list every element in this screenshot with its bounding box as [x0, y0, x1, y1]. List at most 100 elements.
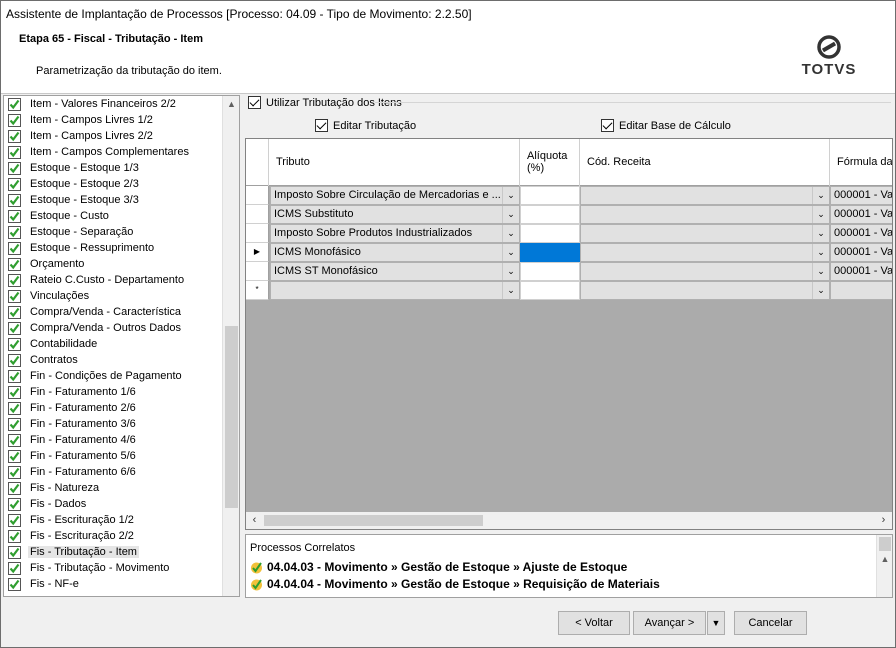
grid-new-row[interactable]: * ⌄ ⌄ [246, 281, 892, 300]
receita-combo[interactable]: ⌄ [580, 243, 830, 262]
scroll-right-icon[interactable]: › [875, 512, 892, 529]
tree-item[interactable]: Fin - Condições de Pagamento [8, 368, 184, 384]
grid-row[interactable]: ICMS Substituto ⌄ ⌄ 000001 - Val [246, 205, 892, 224]
header-cod-receita[interactable]: Cód. Receita [580, 139, 830, 186]
tree-item[interactable]: Rateio C.Custo - Departamento [8, 272, 186, 288]
row-header[interactable]: * [246, 281, 269, 300]
tree-scroll-thumb[interactable] [225, 326, 238, 508]
tree-item[interactable]: Fis - NF-e [8, 576, 81, 592]
chevron-down-icon[interactable]: ⌄ [812, 225, 829, 242]
tree-item[interactable]: Estoque - Custo [8, 208, 111, 224]
taxes-grid[interactable]: Tributo Alíquota (%) Cód. Receita Fórmul… [245, 138, 893, 530]
receita-combo[interactable]: ⌄ [580, 224, 830, 243]
tree-item[interactable]: Fis - Escrituração 1/2 [8, 512, 136, 528]
receita-combo[interactable]: ⌄ [580, 262, 830, 281]
aliquota-cell[interactable] [520, 281, 580, 300]
tree-item[interactable]: Item - Valores Financeiros 2/2 [8, 96, 178, 112]
tree-item[interactable]: Item - Campos Livres 2/2 [8, 128, 155, 144]
checkbox-checked-icon[interactable] [248, 96, 261, 109]
checkbox-checked-icon[interactable] [315, 119, 328, 132]
tree-item[interactable]: Fin - Faturamento 5/6 [8, 448, 138, 464]
header-formula[interactable]: Fórmula da [830, 139, 892, 186]
grid-row[interactable]: ICMS ST Monofásico ⌄ ⌄ 000001 - Val [246, 262, 892, 281]
tree-item[interactable]: Estoque - Estoque 1/3 [8, 160, 141, 176]
tributo-combo[interactable]: ⌄ [270, 281, 520, 300]
tree-item[interactable]: Fis - Tributação - Item [8, 544, 139, 560]
tree-item[interactable]: Fis - Natureza [8, 480, 101, 496]
tree-item[interactable]: Fin - Faturamento 4/6 [8, 432, 138, 448]
formula-cell[interactable]: 000001 - Val [830, 224, 892, 243]
back-button[interactable]: < Voltar [558, 611, 630, 635]
tree-item[interactable]: Orçamento [8, 256, 86, 272]
related-item[interactable]: 04.04.03 - Movimento » Gestão de Estoque… [250, 560, 627, 574]
header-tributo[interactable]: Tributo [269, 139, 520, 186]
steps-tree[interactable]: ▲ Item - Valores Financeiros 2/2 Item - C… [3, 95, 240, 597]
tree-item[interactable]: Compra/Venda - Característica [8, 304, 183, 320]
tributo-combo[interactable]: ICMS Monofásico ⌄ [270, 243, 520, 262]
tree-item[interactable]: Item - Campos Complementares [8, 144, 191, 160]
chevron-down-icon[interactable]: ⌄ [502, 282, 519, 299]
edit-taxation-checkbox[interactable]: Editar Tributação [315, 119, 416, 132]
tributo-combo[interactable]: Imposto Sobre Produtos Industrializados ⌄ [270, 224, 520, 243]
chevron-down-icon[interactable]: ⌄ [812, 206, 829, 223]
formula-cell[interactable]: 000001 - Val [830, 243, 892, 262]
chevron-down-icon[interactable]: ⌄ [502, 263, 519, 280]
chevron-down-icon[interactable]: ⌄ [502, 206, 519, 223]
receita-combo[interactable]: ⌄ [580, 281, 830, 300]
aliquota-cell[interactable] [520, 186, 580, 205]
row-header[interactable] [246, 262, 269, 281]
tree-item[interactable]: Fin - Faturamento 1/6 [8, 384, 138, 400]
tree-item[interactable]: Fin - Faturamento 3/6 [8, 416, 138, 432]
tributo-combo[interactable]: Imposto Sobre Circulação de Mercadorias … [270, 186, 520, 205]
aliquota-cell-selected[interactable] [520, 243, 580, 262]
grid-row[interactable]: Imposto Sobre Circulação de Mercadorias … [246, 186, 892, 205]
row-header[interactable] [246, 186, 269, 205]
aliquota-cell[interactable] [520, 205, 580, 224]
row-header[interactable]: ▶ [246, 243, 269, 262]
tributo-combo[interactable]: ICMS Substituto ⌄ [270, 205, 520, 224]
grid-row[interactable]: ▶ ICMS Monofásico ⌄ ⌄ 000001 - Val [246, 243, 892, 262]
tree-item[interactable]: Fis - Tributação - Movimento [8, 560, 171, 576]
chevron-down-icon[interactable]: ⌄ [812, 244, 829, 261]
related-scroll-thumb[interactable] [879, 537, 891, 551]
aliquota-cell[interactable] [520, 224, 580, 243]
tree-item[interactable]: Fin - Faturamento 2/6 [8, 400, 138, 416]
row-header[interactable] [246, 205, 269, 224]
header-aliquota[interactable]: Alíquota (%) [520, 139, 580, 186]
scroll-up-icon[interactable]: ▲ [877, 551, 892, 568]
chevron-down-icon[interactable]: ⌄ [812, 187, 829, 204]
chevron-down-icon[interactable]: ⌄ [502, 244, 519, 261]
formula-cell[interactable]: 000001 - Val [830, 186, 892, 205]
tree-item[interactable]: Estoque - Ressuprimento [8, 240, 156, 256]
tree-item[interactable]: Fis - Dados [8, 496, 88, 512]
formula-cell[interactable]: 000001 - Val [830, 262, 892, 281]
tributo-combo[interactable]: ICMS ST Monofásico ⌄ [270, 262, 520, 281]
formula-cell[interactable]: 000001 - Val [830, 205, 892, 224]
chevron-down-icon[interactable]: ⌄ [812, 282, 829, 299]
row-header[interactable] [246, 224, 269, 243]
chevron-down-icon[interactable]: ⌄ [502, 225, 519, 242]
scroll-up-icon[interactable]: ▲ [223, 96, 239, 113]
chevron-down-icon[interactable]: ⌄ [502, 187, 519, 204]
tree-item[interactable]: Estoque - Estoque 3/3 [8, 192, 141, 208]
related-scrollbar[interactable]: ▲ [876, 535, 892, 597]
chevron-down-icon[interactable]: ⌄ [812, 263, 829, 280]
aliquota-cell[interactable] [520, 262, 580, 281]
cancel-button[interactable]: Cancelar [734, 611, 807, 635]
next-dropdown-button[interactable]: ▼ [707, 611, 725, 635]
tree-item[interactable]: Contabilidade [8, 336, 99, 352]
grid-scroll-thumb[interactable] [264, 515, 483, 526]
tree-scrollbar[interactable]: ▲ [222, 96, 239, 596]
tree-item[interactable]: Contratos [8, 352, 80, 368]
tree-item[interactable]: Item - Campos Livres 1/2 [8, 112, 155, 128]
tree-item[interactable]: Compra/Venda - Outros Dados [8, 320, 183, 336]
next-button[interactable]: Avançar > [633, 611, 706, 635]
tree-item[interactable]: Fin - Faturamento 6/6 [8, 464, 138, 480]
edit-base-checkbox[interactable]: Editar Base de Cálculo [601, 119, 731, 132]
scroll-left-icon[interactable]: ‹ [246, 512, 263, 529]
grid-hscrollbar[interactable]: ‹ › [246, 512, 892, 529]
grid-row[interactable]: Imposto Sobre Produtos Industrializados ⌄… [246, 224, 892, 243]
tree-item[interactable]: Vinculações [8, 288, 91, 304]
receita-combo[interactable]: ⌄ [580, 186, 830, 205]
tree-item[interactable]: Estoque - Separação [8, 224, 135, 240]
